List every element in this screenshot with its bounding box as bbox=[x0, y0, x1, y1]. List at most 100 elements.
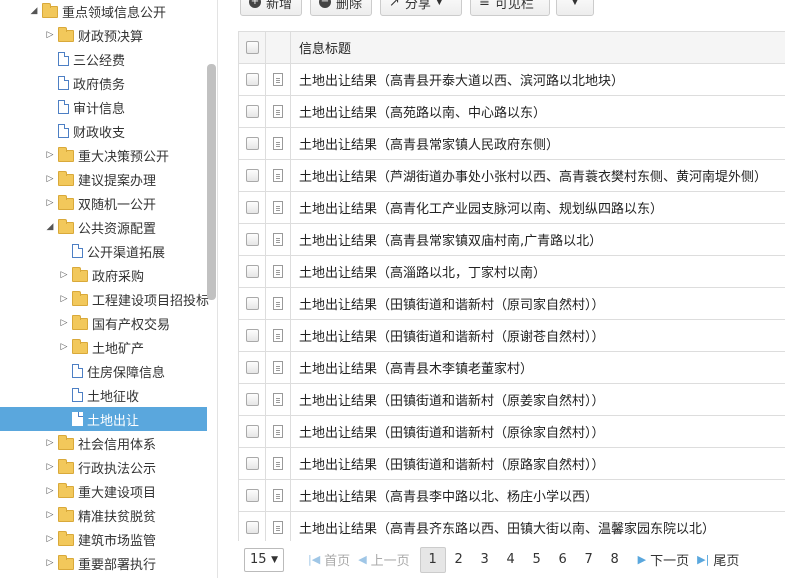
select-all-checkbox[interactable] bbox=[245, 41, 259, 54]
collapsed-arrow-icon[interactable]: ▷ bbox=[44, 503, 56, 527]
table-row[interactable]: 土地出让结果（高青县开泰大道以西、滨河路以北地块） bbox=[238, 64, 785, 96]
collapsed-arrow-icon[interactable]: ▷ bbox=[44, 551, 56, 575]
table-row[interactable]: 土地出让结果（高青县齐东路以西、田镇大街以南、温馨家园东院以北） bbox=[238, 512, 785, 544]
row-checkbox[interactable] bbox=[245, 393, 259, 406]
row-title[interactable]: 土地出让结果（高苑路以南、中心路以东） bbox=[291, 96, 785, 127]
collapsed-arrow-icon[interactable]: ▷ bbox=[44, 527, 56, 551]
tree-item[interactable]: ▷ 工程建设项目招投标 bbox=[0, 287, 210, 311]
page-size-select[interactable]: 15 ▼ bbox=[244, 547, 284, 572]
table-row[interactable]: 土地出让结果（田镇街道和谐新村（原路家自然村）） bbox=[238, 448, 785, 480]
expanded-arrow-icon[interactable]: ◢ bbox=[44, 215, 56, 239]
row-checkbox[interactable] bbox=[245, 521, 259, 534]
row-title[interactable]: 土地出让结果（田镇街道和谐新村（原谢苍自然村）） bbox=[291, 320, 785, 351]
page-number-button[interactable]: 5 bbox=[524, 547, 550, 573]
tree-item[interactable]: ▷ 双随机一公开 bbox=[0, 191, 210, 215]
row-title[interactable]: 土地出让结果（田镇街道和谐新村（原徐家自然村）） bbox=[291, 416, 785, 447]
row-title[interactable]: 土地出让结果（高青县开泰大道以西、滨河路以北地块） bbox=[291, 64, 785, 95]
page-number-button[interactable]: 2 bbox=[446, 547, 472, 573]
page-number-button[interactable]: 1 bbox=[419, 546, 446, 573]
row-title[interactable]: 土地出让结果（芦湖街道办事处小张村以西、高青蓑衣樊村东侧、黄河南堤外侧） bbox=[291, 160, 785, 191]
tree-item[interactable]: ▷ 重大决策预公开 bbox=[0, 143, 210, 167]
last-page-button[interactable]: ▶| 尾页 bbox=[693, 547, 743, 573]
table-row[interactable]: 土地出让结果（田镇街道和谐新村（原姜家自然村）） bbox=[238, 384, 785, 416]
tree-item[interactable]: 政府债务 bbox=[0, 71, 210, 95]
collapsed-arrow-icon[interactable]: ▷ bbox=[58, 287, 70, 311]
collapsed-arrow-icon[interactable]: ▷ bbox=[58, 335, 70, 359]
tree-item[interactable]: ▷ 财政预决算 bbox=[0, 23, 210, 47]
row-checkbox[interactable] bbox=[245, 297, 259, 310]
tree-item[interactable]: 财政收支 bbox=[0, 119, 210, 143]
table-row[interactable]: 土地出让结果（田镇街道和谐新村（原司家自然村）） bbox=[238, 288, 785, 320]
row-checkbox[interactable] bbox=[245, 329, 259, 342]
row-checkbox[interactable] bbox=[245, 201, 259, 214]
collapsed-arrow-icon[interactable]: ▷ bbox=[44, 167, 56, 191]
prev-page-button[interactable]: ◀ 上一页 bbox=[354, 547, 413, 573]
tree-item[interactable]: ▷ 政府采购 bbox=[0, 263, 210, 287]
row-title[interactable]: 土地出让结果（高淄路以北，丁家村以南） bbox=[291, 256, 785, 287]
row-title[interactable]: 土地出让结果（高青县常家镇双庙村南,广青路以北） bbox=[291, 224, 785, 255]
table-row[interactable]: 土地出让结果（高青县李中路以北、杨庄小学以西） bbox=[238, 480, 785, 512]
tree-item[interactable]: ▷ 行政执法公示 bbox=[0, 455, 210, 479]
tree-item[interactable]: 公开渠道拓展 bbox=[0, 239, 210, 263]
collapsed-arrow-icon[interactable]: ▷ bbox=[58, 263, 70, 287]
tree-item[interactable]: ▷ 重要部署执行 bbox=[0, 551, 210, 575]
tree-item[interactable]: 住房保障信息 bbox=[0, 359, 210, 383]
row-title[interactable]: 土地出让结果（高青县常家镇人民政府东侧） bbox=[291, 128, 785, 159]
row-title[interactable]: 土地出让结果（高青县木李镇老董家村） bbox=[291, 352, 785, 383]
page-number-button[interactable]: 7 bbox=[576, 547, 602, 573]
row-title[interactable]: 土地出让结果（高青县李中路以北、杨庄小学以西） bbox=[291, 480, 785, 511]
tree-item[interactable]: ▷ 国有产权交易 bbox=[0, 311, 210, 335]
row-title[interactable]: 土地出让结果（高青县齐东路以西、田镇大街以南、温馨家园东院以北） bbox=[291, 512, 785, 543]
row-checkbox[interactable] bbox=[245, 425, 259, 438]
collapsed-arrow-icon[interactable]: ▷ bbox=[44, 191, 56, 215]
add-button[interactable]: + 新增 bbox=[240, 0, 302, 16]
tree-item[interactable]: ▷ 社会信用体系 bbox=[0, 431, 210, 455]
visible-columns-button[interactable]: ≡ 可见栏 bbox=[470, 0, 550, 16]
delete-button[interactable]: − 删除 bbox=[310, 0, 372, 16]
tree-item[interactable]: ◢ 公共资源配置 bbox=[0, 215, 210, 239]
table-row[interactable]: 土地出让结果（高青县木李镇老董家村） bbox=[238, 352, 785, 384]
collapsed-arrow-icon[interactable]: ▷ bbox=[44, 479, 56, 503]
tree-item[interactable]: 土地出让 bbox=[0, 407, 207, 431]
collapsed-arrow-icon[interactable]: ▷ bbox=[44, 23, 56, 47]
table-row[interactable]: 土地出让结果（田镇街道和谐新村（原徐家自然村）） bbox=[238, 416, 785, 448]
table-row[interactable]: 土地出让结果（高青县常家镇双庙村南,广青路以北） bbox=[238, 224, 785, 256]
column-header-title[interactable]: 信息标题 bbox=[291, 32, 785, 63]
row-checkbox[interactable] bbox=[245, 169, 259, 182]
row-checkbox[interactable] bbox=[245, 73, 259, 86]
row-title[interactable]: 土地出让结果（高青化工产业园支脉河以南、规划纵四路以东） bbox=[291, 192, 785, 223]
row-checkbox[interactable] bbox=[245, 265, 259, 278]
table-row[interactable]: 土地出让结果（田镇街道和谐新村（原谢苍自然村）） bbox=[238, 320, 785, 352]
tree-item[interactable]: ◢ 重点领域信息公开 bbox=[0, 0, 210, 23]
page-number-button[interactable]: 3 bbox=[472, 547, 498, 573]
tree-item[interactable]: ▷ 精准扶贫脱贫 bbox=[0, 503, 210, 527]
tree-item[interactable]: ▷ 建议提案办理 bbox=[0, 167, 210, 191]
page-number-button[interactable]: 6 bbox=[550, 547, 576, 573]
collapsed-arrow-icon[interactable]: ▷ bbox=[44, 455, 56, 479]
tree-item[interactable]: ▷ 建筑市场监管 bbox=[0, 527, 210, 551]
tree-item[interactable]: 土地征收 bbox=[0, 383, 210, 407]
more-dropdown-button[interactable]: ▼ bbox=[556, 0, 594, 16]
expanded-arrow-icon[interactable]: ◢ bbox=[28, 0, 40, 23]
collapsed-arrow-icon[interactable]: ▷ bbox=[58, 311, 70, 335]
table-row[interactable]: 土地出让结果（高淄路以北，丁家村以南） bbox=[238, 256, 785, 288]
row-checkbox[interactable] bbox=[245, 457, 259, 470]
table-row[interactable]: 土地出让结果（高苑路以南、中心路以东） bbox=[238, 96, 785, 128]
tree-item[interactable]: 审计信息 bbox=[0, 95, 210, 119]
row-checkbox[interactable] bbox=[245, 105, 259, 118]
page-number-button[interactable]: 8 bbox=[602, 547, 628, 573]
tree-item[interactable]: 三公经费 bbox=[0, 47, 210, 71]
share-button[interactable]: ↗ 分享 ▼ bbox=[380, 0, 462, 16]
row-title[interactable]: 土地出让结果（田镇街道和谐新村（原姜家自然村）） bbox=[291, 384, 785, 415]
table-row[interactable]: 土地出让结果（高青县常家镇人民政府东侧） bbox=[238, 128, 785, 160]
tree-scrollbar[interactable] bbox=[207, 64, 216, 300]
row-checkbox[interactable] bbox=[245, 233, 259, 246]
first-page-button[interactable]: |◀ 首页 bbox=[304, 547, 354, 573]
row-checkbox[interactable] bbox=[245, 361, 259, 374]
row-title[interactable]: 土地出让结果（田镇街道和谐新村（原司家自然村）） bbox=[291, 288, 785, 319]
collapsed-arrow-icon[interactable]: ▷ bbox=[44, 143, 56, 167]
table-row[interactable]: 土地出让结果（芦湖街道办事处小张村以西、高青蓑衣樊村东侧、黄河南堤外侧） bbox=[238, 160, 785, 192]
row-title[interactable]: 土地出让结果（田镇街道和谐新村（原路家自然村）） bbox=[291, 448, 785, 479]
row-checkbox[interactable] bbox=[245, 489, 259, 502]
tree-item[interactable]: ▷ 土地矿产 bbox=[0, 335, 210, 359]
